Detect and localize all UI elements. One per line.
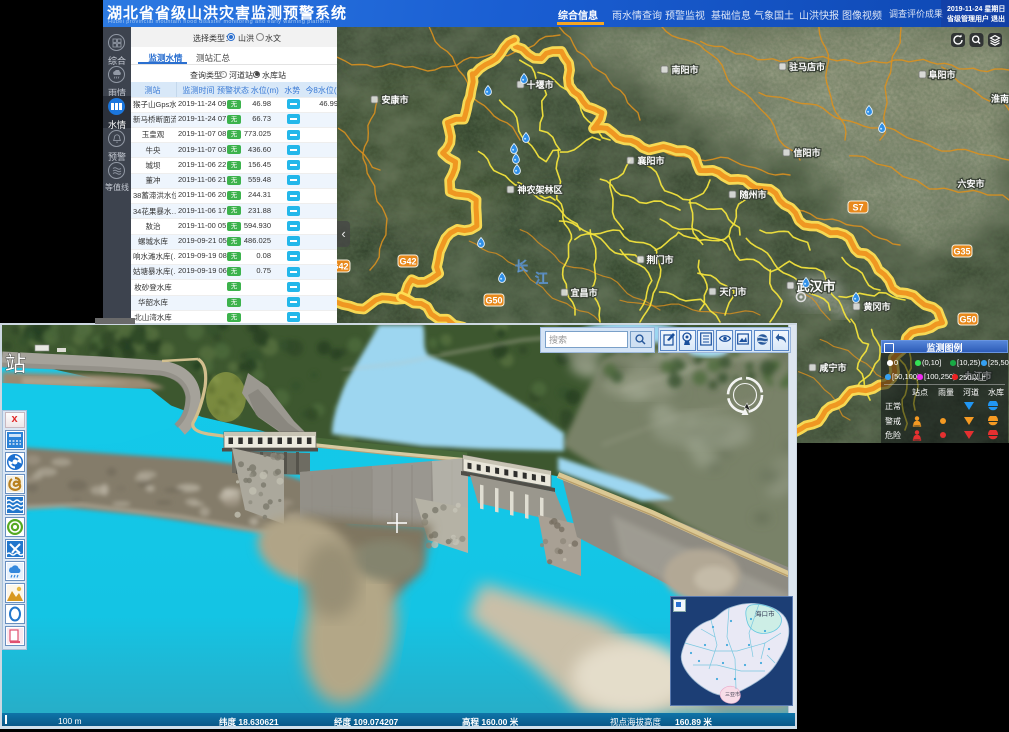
svg-text:襄阳市: 襄阳市	[636, 155, 664, 166]
svg-text:宜昌市: 宜昌市	[570, 287, 597, 298]
svg-text:安康市: 安康市	[381, 94, 408, 105]
svg-text:长: 长	[515, 259, 530, 274]
svg-text:G50: G50	[485, 296, 502, 306]
svg-text:随州市: 随州市	[739, 189, 766, 200]
svg-text:G42: G42	[399, 257, 416, 267]
svg-text:天门市: 天门市	[719, 286, 746, 297]
svg-text:阜阳市: 阜阳市	[928, 69, 955, 80]
svg-text:S7: S7	[852, 203, 863, 213]
svg-text:南阳市: 南阳市	[671, 64, 698, 75]
svg-text:武汉市: 武汉市	[796, 279, 835, 294]
svg-text:站: 站	[5, 353, 26, 376]
svg-text:驻马店市: 驻马店市	[789, 61, 825, 72]
svg-text:荆门市: 荆门市	[646, 254, 673, 265]
svg-text:信阳市: 信阳市	[793, 147, 820, 158]
svg-text:黄冈市: 黄冈市	[863, 301, 890, 312]
svg-text:咸宁市: 咸宁市	[819, 362, 846, 373]
svg-text:G35: G35	[953, 247, 970, 257]
svg-text:海口市: 海口市	[755, 609, 775, 618]
svg-text:六安市: 六安市	[957, 178, 984, 189]
svg-text:淮南: 淮南	[991, 93, 1009, 104]
svg-text:江: 江	[535, 271, 548, 286]
svg-text:十堰市: 十堰市	[526, 79, 553, 90]
svg-text:神农架林区: 神农架林区	[517, 184, 562, 195]
svg-text:三亚市: 三亚市	[725, 691, 740, 698]
svg-text:G50: G50	[959, 315, 976, 325]
